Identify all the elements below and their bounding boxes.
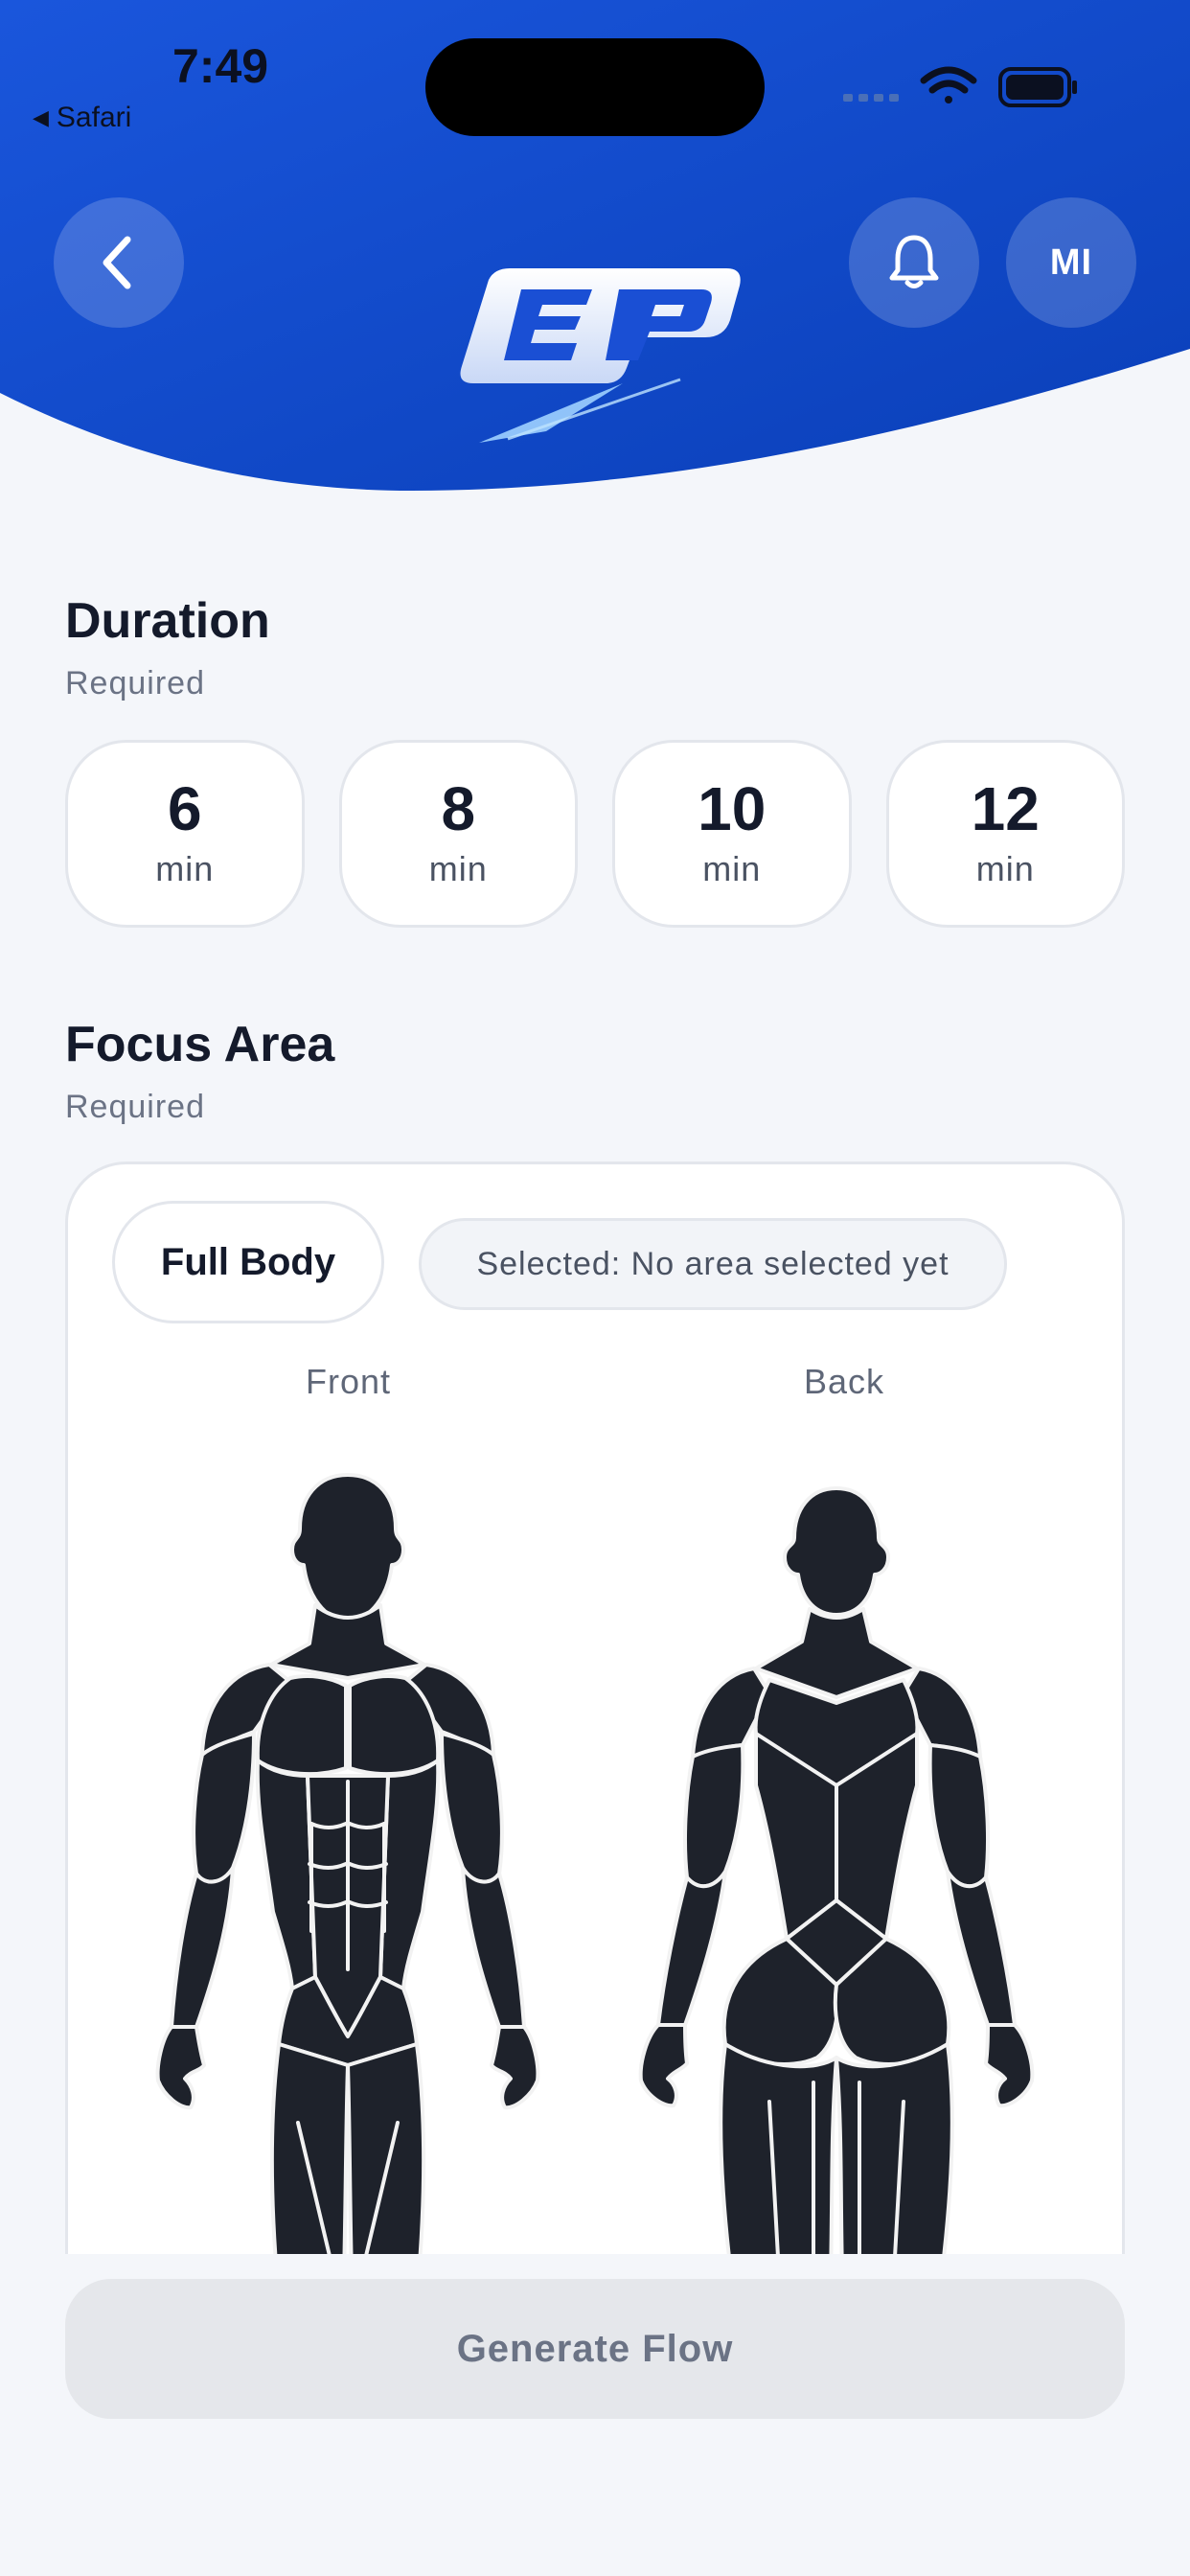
duration-value: 6 [167,774,202,843]
back-right-hand [984,2023,1035,2108]
status-time: 7:49 [172,39,269,93]
back-view-label: Back [804,1362,885,1401]
back-right-forearm [946,1870,1017,2033]
dynamic-island [425,38,765,136]
focus-area-card: Full Body Selected: No area selected yet… [65,1162,1125,2254]
front-left-hand [155,2025,206,2110]
duration-options: 6 min 8 min 10 min 12 min [65,740,1125,928]
front-right-bicep [440,1732,504,1884]
full-body-button[interactable]: Full Body [112,1201,384,1323]
wifi-icon [920,66,977,104]
duration-unit: min [155,849,215,888]
duration-value: 10 [698,774,767,843]
cellular-signal-icon [843,94,899,102]
front-right-forearm [461,1866,526,2034]
selected-area-badge: Selected: No area selected yet [419,1218,1007,1310]
back-left-hand [638,2023,689,2108]
front-left-bicep [192,1732,256,1884]
chevron-left-icon [103,236,131,289]
duration-option-6[interactable]: 6 min [65,740,305,928]
duration-value: 8 [441,774,476,843]
duration-required-label: Required [65,665,205,702]
back-right-hamstring [835,2042,954,2254]
duration-value: 12 [971,774,1040,843]
front-right-thigh [346,2042,426,2254]
front-view-label: Front [306,1362,392,1401]
back-left-upper-arm [683,1743,745,1888]
front-body-map[interactable] [147,1452,549,2254]
duration-unit: min [428,849,488,888]
duration-option-10[interactable]: 10 min [612,740,852,928]
duration-option-8[interactable]: 8 min [338,740,578,928]
avatar-button[interactable]: MI [1006,197,1136,328]
back-left-forearm [656,1870,727,2033]
notifications-button[interactable] [849,197,979,328]
back-to-app-link[interactable]: ◀ Safari [33,102,131,134]
bell-icon [889,235,939,288]
duration-unit: min [702,849,762,888]
front-left-forearm [170,1866,235,2034]
header: 7:49 ◀ Safari MI [0,0,1190,498]
duration-option-12[interactable]: 12 min [885,740,1125,928]
front-head [290,1473,405,1622]
back-app-label: Safari [56,102,132,133]
front-neck [269,1603,426,1680]
duration-title: Duration [65,593,270,649]
front-left-thigh [269,2042,350,2254]
back-right-upper-arm [927,1743,990,1888]
back-triangle-icon: ◀ [33,105,49,129]
duration-unit: min [975,849,1035,888]
focus-area-title: Focus Area [65,1017,335,1072]
back-head [783,1486,890,1617]
battery-icon [998,67,1077,107]
focus-area-required-label: Required [65,1089,205,1125]
back-body-map[interactable] [626,1469,1047,2254]
status-icons [843,66,1077,107]
back-button[interactable] [54,197,184,328]
ep-logo [460,268,741,443]
back-left-hamstring [719,2042,838,2254]
front-right-hand [490,2025,540,2110]
generate-flow-button[interactable]: Generate Flow [65,2279,1125,2419]
